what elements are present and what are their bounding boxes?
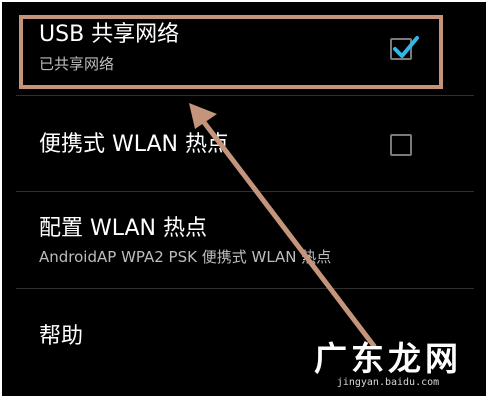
- watermark: 广东龙网 jingyan.baidu.com: [314, 339, 462, 389]
- annotation-arrow: [189, 103, 377, 349]
- watermark-url: jingyan.baidu.com: [336, 377, 440, 388]
- settings-screen: USB 共享网络 已共享网络 便携式 WLAN 热点 配置 WLAN 热点 An…: [2, 2, 486, 396]
- watermark-logo: 广东龙网: [314, 339, 462, 378]
